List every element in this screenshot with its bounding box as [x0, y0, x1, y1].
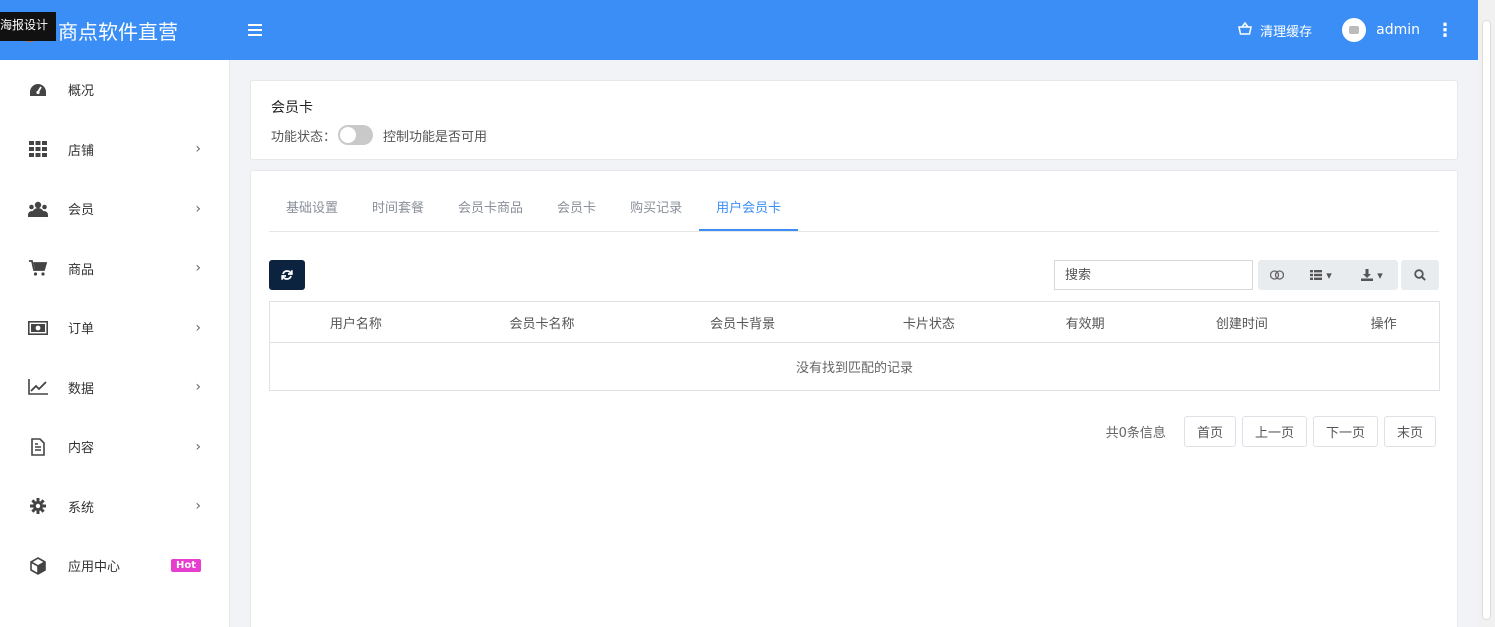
user-menu[interactable]: admin ⋮: [1342, 18, 1454, 42]
main-card: 基础设置 时间套餐 会员卡商品 会员卡 购买记录 用户会员卡 ▾ ▾: [250, 170, 1458, 627]
toggle-view-icon: [1270, 270, 1284, 280]
prev-page-button[interactable]: 上一页: [1241, 416, 1307, 447]
chevron-right-icon: ›: [195, 141, 201, 158]
column-header: 操作: [1370, 316, 1397, 332]
next-page-button[interactable]: 下一页: [1312, 416, 1378, 447]
sidebar-item-products[interactable]: 商品 ›: [0, 239, 229, 299]
chevron-right-icon: ›: [195, 379, 201, 396]
page-title: 会员卡: [271, 100, 313, 116]
chevron-right-icon: ›: [195, 200, 201, 217]
chevron-right-icon: ›: [195, 438, 201, 455]
download-icon: [1361, 269, 1374, 281]
first-page-button[interactable]: 首页: [1183, 416, 1236, 447]
column-header[interactable]: 创建时间: [1155, 313, 1328, 332]
sidebar-item-members[interactable]: 会员 ›: [0, 179, 229, 239]
search-input[interactable]: [1054, 260, 1253, 290]
chevron-right-icon: ›: [195, 319, 201, 336]
tooltip: 海报设计: [0, 12, 57, 41]
sidebar-item-orders[interactable]: 订单 ›: [0, 298, 229, 358]
gear-icon: [28, 496, 48, 516]
money-icon: [28, 318, 48, 338]
search-button[interactable]: [1401, 260, 1439, 290]
chevron-right-icon: ›: [195, 498, 201, 515]
sidebar-item-app-center[interactable]: 应用中心 Hot: [0, 536, 229, 596]
tab-purchase-records[interactable]: 购买记录: [613, 187, 699, 231]
pagination-info: 共0条信息: [1105, 426, 1166, 441]
export-button[interactable]: ▾: [1346, 260, 1398, 290]
grid-icon: [28, 139, 48, 159]
column-header[interactable]: 有效期: [1015, 313, 1156, 332]
top-header: 商点软件直营 海报设计 清理缓存 admin ⋮: [0, 0, 1478, 60]
pagination: 共0条信息 首页 上一页 下一页 末页: [269, 416, 1436, 447]
refresh-button[interactable]: [269, 260, 305, 290]
feature-status-card: 会员卡 功能状态： 控制功能是否可用: [250, 80, 1458, 160]
brand[interactable]: 商点软件直营 海报设计: [0, 0, 230, 60]
chevron-right-icon: ›: [195, 260, 201, 277]
search-icon: [1414, 269, 1426, 281]
sidebar-item-overview[interactable]: 概况: [0, 60, 229, 120]
tab-member-card[interactable]: 会员卡: [540, 187, 613, 231]
table-header: 用户名称 会员卡名称 会员卡背景 卡片状态 有效期 创建时间 操作: [270, 302, 1439, 343]
refresh-icon: [281, 270, 293, 280]
sidebar-item-data[interactable]: 数据 ›: [0, 358, 229, 418]
status-description: 控制功能是否可用: [383, 129, 488, 145]
column-header[interactable]: 用户名称: [270, 313, 442, 332]
avatar: [1342, 18, 1367, 42]
caret-down-icon: ▾: [1326, 269, 1332, 282]
sidebar: 概况 店铺 › 会员 › 商品 › 订单 › 数据 › 内容 › 系统 › 应用…: [0, 60, 230, 627]
feature-toggle[interactable]: [338, 125, 374, 145]
tab-user-member-card[interactable]: 用户会员卡: [699, 187, 799, 231]
user-card-table: 用户名称 会员卡名称 会员卡背景 卡片状态 有效期 创建时间 操作 没有找到匹配…: [269, 301, 1440, 391]
sidebar-item-system[interactable]: 系统 ›: [0, 477, 229, 537]
sidebar-item-content[interactable]: 内容 ›: [0, 417, 229, 477]
clear-cache-button[interactable]: 清理缓存: [1238, 21, 1312, 40]
column-header[interactable]: 卡片状态: [843, 313, 1015, 332]
list-icon: [1310, 270, 1323, 280]
tab-bar: 基础设置 时间套餐 会员卡商品 会员卡 购买记录 用户会员卡: [269, 187, 1439, 232]
columns-button[interactable]: ▾: [1296, 260, 1346, 290]
user-name: admin: [1376, 22, 1420, 38]
caret-down-icon: ▾: [1377, 269, 1383, 282]
page-scrollbar[interactable]: [1478, 0, 1495, 627]
sidebar-item-store[interactable]: 店铺 ›: [0, 120, 229, 180]
last-page-button[interactable]: 末页: [1383, 416, 1436, 447]
chart-icon: [28, 377, 48, 397]
brand-name: 商点软件直营: [58, 19, 178, 44]
tab-time-package[interactable]: 时间套餐: [355, 187, 441, 231]
column-header[interactable]: 会员卡名称: [442, 313, 643, 332]
clear-cache-label: 清理缓存: [1260, 24, 1313, 40]
more-vertical-icon[interactable]: ⋮: [1436, 20, 1454, 41]
dashboard-icon: [28, 80, 48, 100]
empty-message: 没有找到匹配的记录: [795, 361, 913, 376]
tab-basic-settings[interactable]: 基础设置: [269, 187, 355, 231]
table-toolbar: ▾ ▾: [269, 260, 1439, 290]
status-label: 功能状态：: [271, 129, 337, 145]
cube-icon: [28, 556, 48, 576]
hot-badge: Hot: [170, 559, 201, 573]
toggle-view-button[interactable]: [1258, 260, 1296, 290]
basket-icon: [1238, 21, 1253, 39]
cart-icon: [28, 258, 48, 278]
column-header[interactable]: 会员卡背景: [642, 313, 843, 332]
tab-card-products[interactable]: 会员卡商品: [441, 187, 540, 231]
users-icon: [28, 199, 48, 219]
file-icon: [28, 437, 48, 457]
menu-toggle-icon[interactable]: [248, 20, 262, 41]
